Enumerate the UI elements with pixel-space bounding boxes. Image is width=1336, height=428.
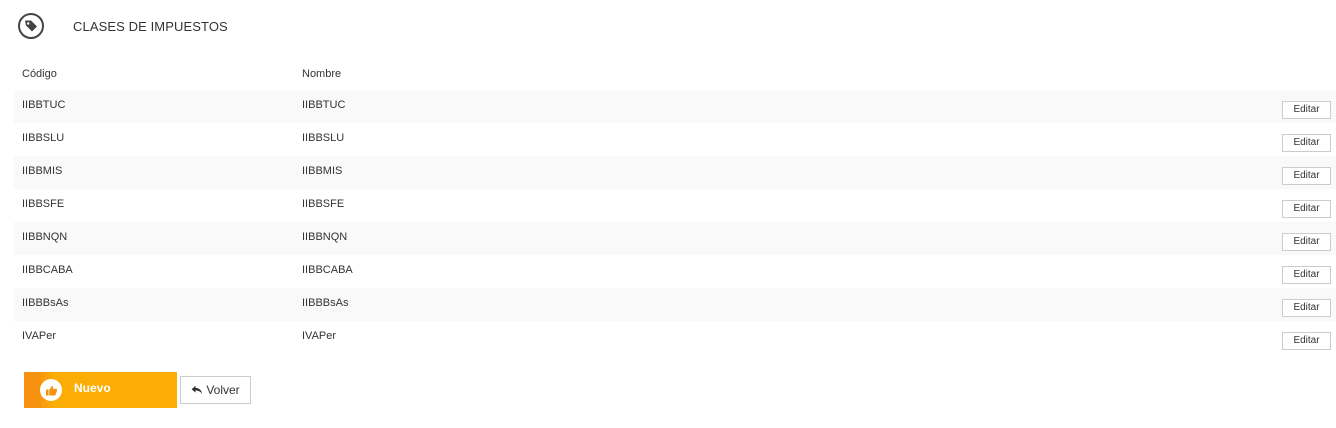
new-button-label: Nuevo <box>74 381 111 395</box>
table-row: IIBBNQN IIBBNQN Editar <box>14 222 1336 255</box>
edit-button[interactable]: Editar <box>1282 232 1331 251</box>
cell-name: IVAPer <box>302 329 337 342</box>
cell-name: IIBBTUC <box>302 98 346 111</box>
cell-code: IIBBSFE <box>22 197 65 210</box>
new-button[interactable]: Nuevo <box>24 372 177 408</box>
cell-code: IIBBMIS <box>22 164 63 177</box>
edit-button[interactable]: Editar <box>1282 100 1331 119</box>
table-row: IVAPer IVAPer Editar <box>14 321 1336 354</box>
table-row: IIBBCABA IIBBCABA Editar <box>14 255 1336 288</box>
table-row: IIBBMIS IIBBMIS Editar <box>14 156 1336 189</box>
edit-button[interactable]: Editar <box>1282 265 1331 284</box>
column-header-code: Código <box>22 68 57 80</box>
cell-code: IIBBCABA <box>22 263 73 276</box>
table-row: IIBBTUC IIBBTUC Editar <box>14 90 1336 123</box>
tax-classes-table: Código Nombre IIBBTUC IIBBTUC Editar IIB… <box>14 58 1336 354</box>
tag-icon <box>18 13 44 39</box>
cell-code: IIBBSLU <box>22 131 65 144</box>
column-header-name: Nombre <box>302 68 342 80</box>
back-button-label: Volver <box>206 383 240 397</box>
cell-name: IIBBBsAs <box>302 296 349 309</box>
page-header: CLASES DE IMPUESTOS <box>18 12 228 40</box>
table-row: IIBBBsAs IIBBBsAs Editar <box>14 288 1336 321</box>
cell-code: IIBBTUC <box>22 98 66 111</box>
edit-button[interactable]: Editar <box>1282 133 1331 152</box>
thumbs-up-icon <box>40 379 62 401</box>
edit-button[interactable]: Editar <box>1282 199 1331 218</box>
cell-name: IIBBNQN <box>302 230 348 243</box>
edit-button[interactable]: Editar <box>1282 331 1331 350</box>
back-button[interactable]: Volver <box>180 376 251 404</box>
page-title: CLASES DE IMPUESTOS <box>73 18 228 34</box>
cell-name: IIBBSLU <box>302 131 345 144</box>
reply-arrow-icon <box>191 385 203 395</box>
cell-name: IIBBMIS <box>302 164 343 177</box>
table-body: IIBBTUC IIBBTUC Editar IIBBSLU IIBBSLU E… <box>14 90 1336 354</box>
table-row: IIBBSLU IIBBSLU Editar <box>14 123 1336 156</box>
cell-name: IIBBSFE <box>302 197 345 210</box>
cell-name: IIBBCABA <box>302 263 353 276</box>
table-row: IIBBSFE IIBBSFE Editar <box>14 189 1336 222</box>
cell-code: IVAPer <box>22 329 57 342</box>
table-header: Código Nombre <box>14 58 1336 90</box>
cell-code: IIBBBsAs <box>22 296 69 309</box>
edit-button[interactable]: Editar <box>1282 166 1331 185</box>
form-actions: Nuevo Volver <box>24 372 251 408</box>
cell-code: IIBBNQN <box>22 230 68 243</box>
edit-button[interactable]: Editar <box>1282 298 1331 317</box>
